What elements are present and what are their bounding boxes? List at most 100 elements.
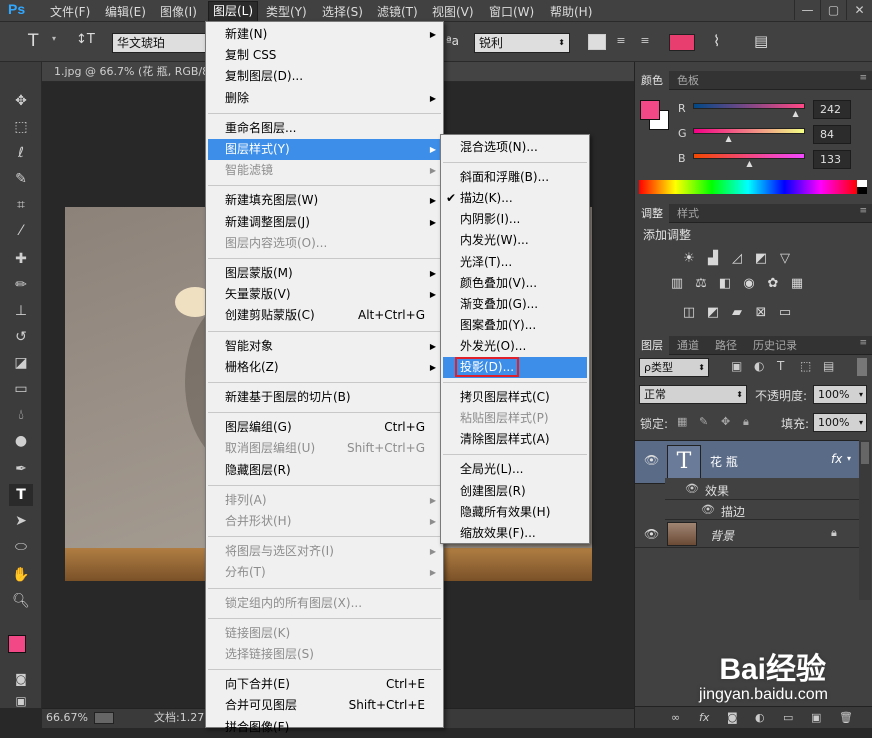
visibility-eye-icon[interactable]: 👁︎ — [644, 453, 659, 467]
invert-icon[interactable]: ◫ — [681, 305, 697, 321]
menu-file[interactable]: 文件(F) — [50, 3, 90, 20]
effects-row[interactable]: 👁︎ 效果 — [665, 478, 859, 500]
close-icon[interactable]: ✕ — [846, 0, 872, 20]
eraser-tool-icon[interactable]: ◪ — [9, 352, 33, 374]
menu-item-k[interactable]: ✔ 描边(K)... — [443, 188, 587, 209]
brightness-contrast-icon[interactable]: ☀ — [681, 251, 697, 267]
menu-item-p[interactable]: 粘贴图层样式(P) — [443, 408, 587, 429]
gradient-map-icon[interactable]: ▭ — [777, 305, 793, 321]
tab-layers[interactable]: 图层 — [635, 336, 669, 355]
menu-item-y[interactable]: 图层样式(Y) ▶ — [208, 139, 441, 160]
levels-icon[interactable]: ▟ — [705, 251, 721, 267]
marquee-tool-icon[interactable]: ⬚ — [9, 116, 33, 138]
panel-menu-icon[interactable]: ≡ — [859, 338, 867, 348]
hue-saturation-icon[interactable]: ▥ — [669, 276, 685, 292]
menu-item-j[interactable]: 新建调整图层(J) ▶ — [208, 212, 441, 233]
menu-window[interactable]: 窗口(W) — [489, 3, 534, 20]
menu-item-item[interactable]: 重命名图层... — [208, 118, 441, 139]
menu-item-t[interactable]: 光泽(T)... — [443, 252, 587, 273]
path-select-tool-icon[interactable]: ➤ — [9, 510, 33, 532]
channel-mixer-icon[interactable]: ✿ — [765, 276, 781, 292]
filter-adjust-icon[interactable]: ◐ — [754, 359, 764, 373]
shape-tool-icon[interactable]: ⬭ — [9, 536, 33, 558]
link-layers-icon[interactable]: ∞ — [671, 711, 680, 724]
crop-tool-icon[interactable]: ⌗ — [9, 194, 33, 216]
minimize-icon[interactable]: — — [794, 0, 820, 20]
vibrance-icon[interactable]: ▽ — [777, 251, 793, 267]
value-r[interactable]: 242 — [813, 100, 851, 119]
exposure-icon[interactable]: ◩ — [753, 251, 769, 267]
menu-image[interactable]: 图像(I) — [160, 3, 197, 20]
lock-all-icon[interactable]: 🔒︎ — [743, 415, 749, 429]
menu-item-g[interactable]: 图层编组(G) Ctrl+G — [208, 417, 441, 438]
menu-item-css[interactable]: 复制 CSS — [208, 45, 441, 66]
effect-stroke-row[interactable]: 👁︎ 描边 — [665, 500, 859, 520]
tab-color[interactable]: 颜色 — [635, 71, 669, 90]
menu-item-u[interactable]: 取消图层编组(U) Shift+Ctrl+G — [208, 438, 441, 459]
menu-item-h[interactable]: 隐藏所有效果(H) — [443, 502, 587, 523]
posterize-icon[interactable]: ◩ — [705, 305, 721, 321]
tab-history[interactable]: 历史记录 — [747, 336, 803, 355]
brush-tool-icon[interactable]: ✏ — [9, 274, 33, 296]
lock-pixels-icon[interactable]: ✎ — [699, 415, 708, 428]
menu-item-e[interactable]: 向下合并(E) Ctrl+E — [208, 674, 441, 695]
layers-scrollbar[interactable] — [859, 440, 871, 600]
zoom-level[interactable]: 66.67% — [46, 709, 88, 727]
menu-item-z[interactable]: 栅格化(Z) ▶ — [208, 357, 441, 378]
menu-item-a[interactable]: 排列(A) ▶ — [208, 490, 441, 511]
curves-icon[interactable]: ◿ — [729, 251, 745, 267]
layer-row-background[interactable]: 👁︎ 背景 🔒︎ — [635, 520, 859, 548]
healing-brush-tool-icon[interactable]: ✚ — [9, 248, 33, 270]
filter-smart-icon[interactable]: ▤ — [823, 359, 834, 373]
scrollbar-thumb[interactable] — [861, 442, 869, 464]
menu-item-o[interactable]: 外发光(O)... — [443, 336, 587, 357]
menu-item-v[interactable]: 矢量蒙版(V) ▶ — [208, 284, 441, 305]
menu-type[interactable]: 类型(Y) — [266, 3, 307, 20]
align-left-icon[interactable] — [588, 34, 606, 50]
pen-tool-icon[interactable]: ✒ — [9, 458, 33, 480]
menu-item-o[interactable]: 图层内容选项(O)... — [208, 233, 441, 254]
slider-b[interactable]: ▲ — [693, 153, 805, 168]
tab-paths[interactable]: 路径 — [709, 336, 743, 355]
menu-item-h[interactable]: 合并形状(H) ▶ — [208, 511, 441, 532]
menu-filter[interactable]: 滤镜(T) — [377, 3, 418, 20]
visibility-eye-icon[interactable]: 👁︎ — [644, 527, 659, 541]
filter-pixel-icon[interactable]: ▣ — [731, 359, 742, 373]
menu-edit[interactable]: 编辑(E) — [105, 3, 146, 20]
threshold-icon[interactable]: ▰ — [729, 305, 745, 321]
new-adjustment-icon[interactable]: ◐ — [755, 711, 765, 724]
menu-layer[interactable]: 图层(L) — [208, 1, 259, 22]
preview-icon[interactable] — [94, 712, 114, 724]
zoom-tool-icon[interactable]: 🔍︎ — [9, 590, 33, 612]
menu-item-d[interactable]: 投影(D)... — [443, 357, 587, 378]
menu-item-c[interactable]: 创建剪贴蒙版(C) Alt+Ctrl+G — [208, 305, 441, 326]
layer-name[interactable]: 背景 — [710, 527, 734, 544]
layer-name[interactable]: 花 瓶 — [710, 453, 738, 470]
clone-stamp-tool-icon[interactable]: ⊥ — [9, 300, 33, 322]
color-lookup-icon[interactable]: ▦ — [789, 276, 805, 292]
new-group-icon[interactable]: ▭ — [783, 711, 793, 724]
tab-adjustments[interactable]: 调整 — [635, 204, 669, 223]
add-mask-icon[interactable]: ◙ — [727, 711, 738, 724]
menu-item-i[interactable]: 内阴影(I)... — [443, 209, 587, 230]
menu-item-f[interactable]: 拼合图像(F) — [208, 717, 441, 738]
move-tool-icon[interactable]: ✥ — [9, 90, 33, 112]
warp-text-icon[interactable]: ⌇ — [713, 32, 720, 50]
menu-view[interactable]: 视图(V) — [432, 3, 474, 20]
filter-shape-icon[interactable]: ⬚ — [800, 359, 811, 373]
slider-b-knob[interactable]: ▲ — [746, 159, 752, 168]
menu-item-item[interactable]: 智能对象 ▶ — [208, 336, 441, 357]
menu-item-i[interactable]: 将图层与选区对齐(I) ▶ — [208, 541, 441, 562]
text-color-swatch[interactable] — [669, 34, 695, 51]
slider-r-knob[interactable]: ▲ — [792, 109, 798, 118]
filter-type-icon[interactable]: T — [777, 359, 784, 373]
color-balance-icon[interactable]: ⚖ — [693, 276, 709, 292]
filter-toggle[interactable] — [857, 358, 867, 376]
tab-swatches[interactable]: 色板 — [671, 71, 705, 90]
font-family-field[interactable]: 华文琥珀 — [112, 33, 208, 53]
menu-item-m[interactable]: 图层蒙版(M) ▶ — [208, 263, 441, 284]
eyedropper-tool-icon[interactable]: ⁄ — [9, 220, 33, 242]
slider-r[interactable]: ▲ — [693, 103, 805, 118]
menu-item-d[interactable]: 复制图层(D)... — [208, 66, 441, 87]
quick-mask-icon[interactable]: ◙ — [9, 668, 33, 690]
